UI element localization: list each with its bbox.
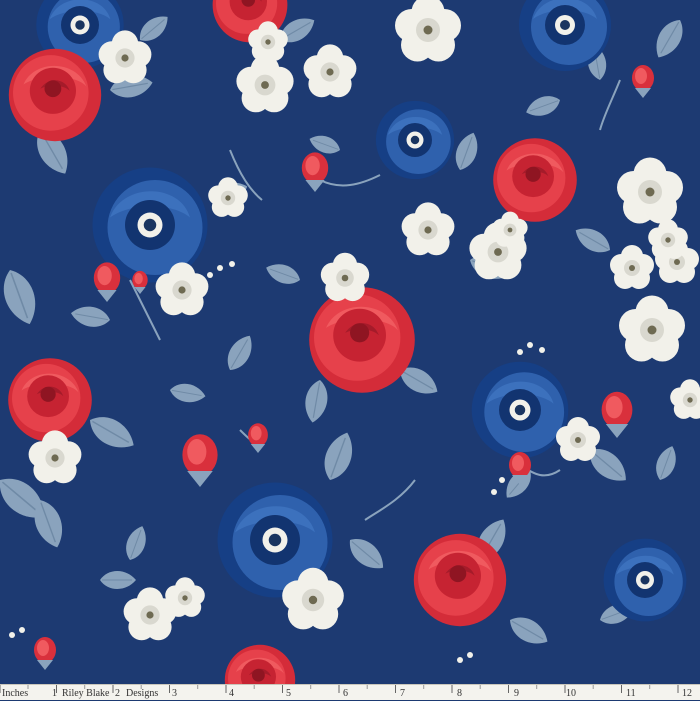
ruler-number: 1 bbox=[52, 688, 57, 699]
ruler-number: 10 bbox=[566, 688, 576, 699]
ruler-number: 8 bbox=[457, 688, 462, 699]
selvage-ruler: Inches Riley Blake Designs 1 2 3 4 5 6 7… bbox=[0, 684, 700, 700]
ruler-number: 12 bbox=[682, 688, 692, 699]
ruler-number: 9 bbox=[514, 688, 519, 699]
ruler-number: 2 bbox=[115, 688, 120, 699]
brand-name-left: Riley Blake bbox=[62, 688, 110, 699]
ruler-unit-label: Inches bbox=[2, 688, 29, 699]
brand-name-right: Designs bbox=[126, 688, 159, 699]
ruler-number: 3 bbox=[172, 688, 177, 699]
ruler-number: 7 bbox=[400, 688, 405, 699]
ruler-number: 5 bbox=[286, 688, 291, 699]
floral-fabric-image bbox=[0, 0, 700, 700]
ruler-number: 6 bbox=[343, 688, 348, 699]
ruler-number: 11 bbox=[626, 688, 636, 699]
ruler-number: 4 bbox=[229, 688, 234, 699]
